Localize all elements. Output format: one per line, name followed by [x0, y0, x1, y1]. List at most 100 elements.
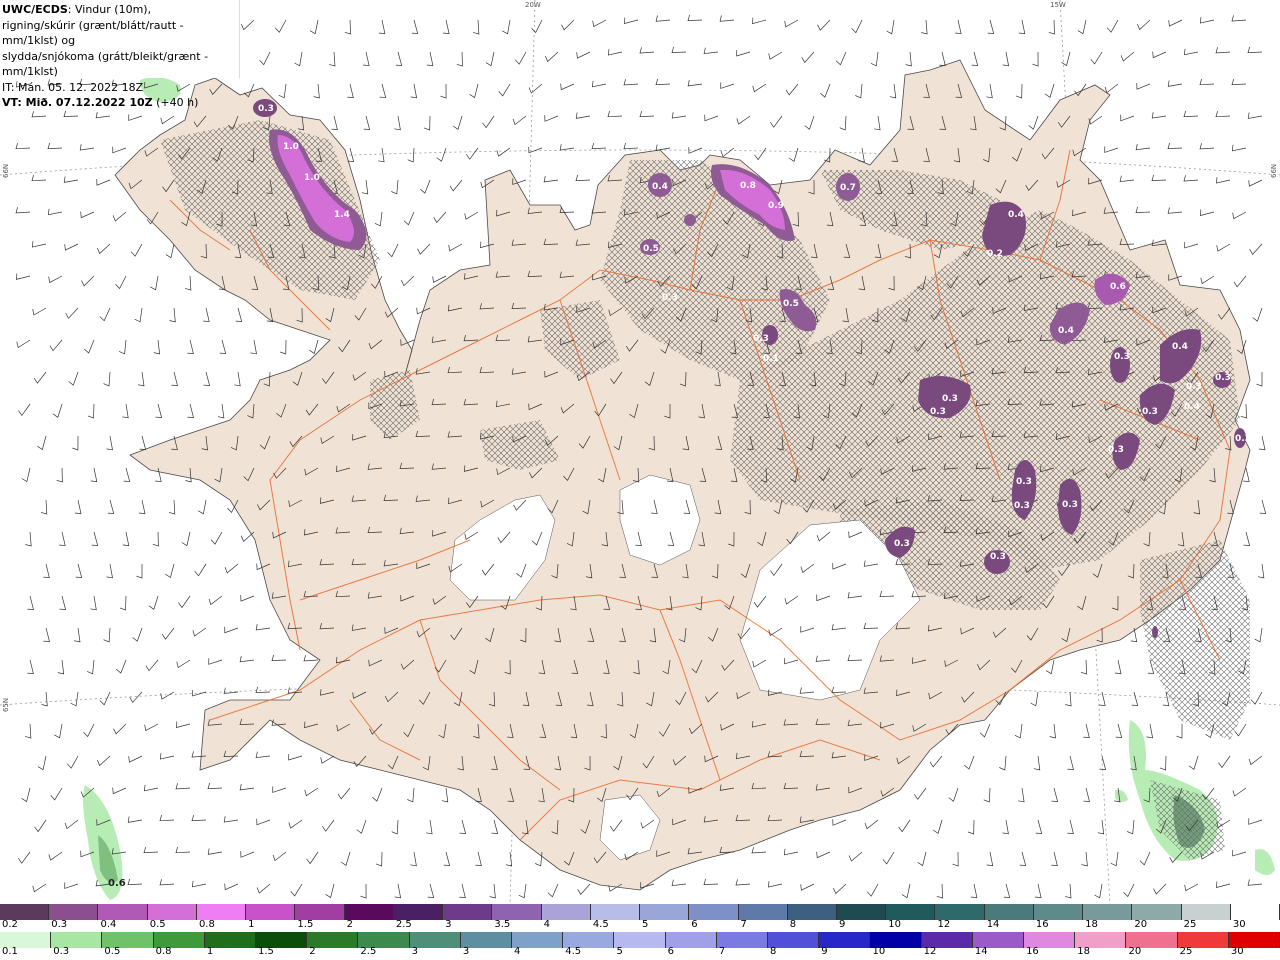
- product-name: UWC/ECDS: [2, 3, 68, 16]
- snow-scale-label: 5: [642, 919, 649, 930]
- snow-swatch: [984, 904, 1034, 920]
- rain-scale-label: 18: [1077, 946, 1090, 957]
- precip-label: 0.3: [1215, 373, 1231, 383]
- snow-swatch: [147, 904, 197, 920]
- rain-scale-label: 3: [462, 946, 470, 957]
- snow-scale-label: 3: [445, 919, 452, 930]
- snow-scale-label: 20: [1134, 919, 1148, 930]
- rain-scale-label: 0.8: [155, 946, 172, 957]
- rain-scale-label: 5: [616, 946, 623, 957]
- grid-label-65n-left: 65N: [2, 698, 10, 712]
- snow-scale-label: 6: [691, 919, 698, 930]
- snow-swatch: [196, 904, 247, 920]
- snow-scale-label: 12: [937, 919, 951, 930]
- snow-scale-labels: 0.2 0.3 0.4 0.5 0.8 1 1.5 2 2.5 3 3.5 4 4.5 5 6 7 8 9 10 12…: [0, 919, 1280, 933]
- snow-swatch: [935, 904, 985, 920]
- rain-scale-label: 10: [872, 946, 886, 957]
- precip-label: 1.0: [283, 142, 299, 152]
- snow-swatch: [787, 904, 837, 920]
- precip-label: 0.4: [1172, 342, 1188, 352]
- snow-scale-label: 2: [346, 919, 354, 930]
- precip-label: 0.7: [840, 183, 856, 193]
- snow-swatch: [541, 904, 591, 920]
- rain-scale-labels: 0.1 0.3 0.5 0.8 1 1.5 2 2.5 3 3 4 4.5 5 6 7 8 9 10 12 14 16 1…: [0, 946, 1280, 960]
- info-line-4: IT: Mán. 05. 12. 2022 18Z: [2, 80, 144, 94]
- rain-scale-label: 6: [667, 946, 675, 957]
- precip-label: 0.4: [652, 182, 668, 192]
- snow-scale-label: 0.3: [51, 919, 68, 930]
- rain-scale-label: 12: [923, 946, 937, 957]
- rain-scale-label: 25: [1179, 946, 1193, 957]
- snow-swatch: [1033, 904, 1084, 920]
- info-line-3: slydda/snjókoma (grátt/bleikt/grænt - mm…: [2, 49, 209, 79]
- info-line-2: rigning/skúrir (grænt/blátt/rautt - mm/1…: [2, 18, 184, 48]
- grid-label-66n-right: 66N: [1270, 164, 1278, 178]
- info-line-1: UWC/ECDS: Vindur (10m),: [2, 2, 239, 18]
- snow-swatch: [689, 904, 739, 920]
- precip-label: 0.3: [942, 394, 958, 404]
- precip-label: 0.8: [740, 181, 756, 191]
- precip-label: 0.6: [1110, 282, 1126, 292]
- precip-label: 0.1: [763, 354, 779, 364]
- precip-label: 0.5: [643, 244, 659, 254]
- precip-label: 0.3: [1014, 501, 1030, 511]
- snow-swatch: [1181, 904, 1231, 920]
- precip-label: 0.3: [930, 407, 946, 417]
- snow-scale-label: 0.8: [198, 919, 215, 930]
- precip-label: 1.0: [304, 173, 320, 183]
- precip-label: 0.3: [1142, 407, 1158, 417]
- precip-label: 0.3: [990, 552, 1006, 562]
- rain-scale-label: 14: [974, 946, 988, 957]
- valid-time: VT: Mið. 07.12.2022 10Z: [2, 96, 153, 109]
- snow-scale-label: 0.2: [2, 919, 18, 930]
- precip-label: 0.4: [1184, 402, 1200, 412]
- snow-swatch: [836, 904, 887, 920]
- precip-label: 0.3: [1186, 382, 1202, 392]
- snow-scale-label: 0.4: [100, 919, 117, 930]
- grid-label-20w: 20W: [525, 1, 541, 9]
- snow-swatch: [98, 904, 148, 920]
- rain-scale-label: 1.5: [258, 946, 274, 957]
- grid-label-15w: 15W: [1050, 1, 1066, 9]
- snow-swatch: [640, 904, 690, 920]
- snow-swatch: [492, 904, 542, 920]
- rain-scale-label: 20: [1128, 946, 1142, 957]
- rain-scale-label: 30: [1230, 946, 1244, 957]
- rain-scale-label: 2: [309, 946, 316, 957]
- rain-scale-label: 7: [718, 946, 726, 957]
- snow-scale-label: 16: [1035, 919, 1049, 930]
- snow-swatch: [738, 904, 788, 920]
- snow-swatch: [0, 904, 50, 920]
- precip-label: 0.5: [783, 299, 799, 309]
- rain-scale-label: 1: [206, 946, 214, 957]
- snow-scale-label: 0.5: [149, 919, 166, 930]
- snow-swatch: [886, 904, 936, 920]
- precip-label: 0.3: [753, 334, 769, 344]
- snow-scale-label: 7: [740, 919, 747, 930]
- rain-scale-label: 2.5: [360, 946, 377, 957]
- snow-scale-label: 4: [543, 919, 550, 930]
- snow-scale-label: 9: [838, 919, 846, 930]
- snow-swatch: [1230, 904, 1280, 920]
- rain-scale-label: 8: [770, 946, 777, 957]
- snow-swatch: [1132, 904, 1182, 920]
- rain-scale-label: 0.5: [104, 946, 121, 957]
- lead-time: (+40 h): [152, 96, 199, 109]
- snow-scale-label: 25: [1183, 919, 1197, 930]
- snow-scale-label: 30: [1232, 919, 1246, 930]
- precip-label: 0.4: [1058, 326, 1074, 336]
- snow-swatch: [49, 904, 99, 920]
- snow-color-scale: [0, 904, 1280, 920]
- snow-swatch: [246, 904, 296, 920]
- precip-label: 0.9: [768, 201, 784, 211]
- info-line-5: VT: Mið. 07.12.2022 10Z (+40 h): [2, 95, 239, 111]
- snow-swatch: [295, 904, 345, 920]
- precip-label: 0.3: [1114, 352, 1130, 362]
- rain-scale-label: 4.5: [565, 946, 582, 957]
- precip-label: 0.3: [1062, 500, 1078, 510]
- rain-scale-label: 0.3: [53, 946, 70, 957]
- precip-label-sea: 0.6: [108, 878, 126, 889]
- snow-scale-label: 10: [888, 919, 901, 930]
- rain-scale-label: 16: [1026, 946, 1039, 957]
- precip-label: 1.4: [334, 210, 350, 220]
